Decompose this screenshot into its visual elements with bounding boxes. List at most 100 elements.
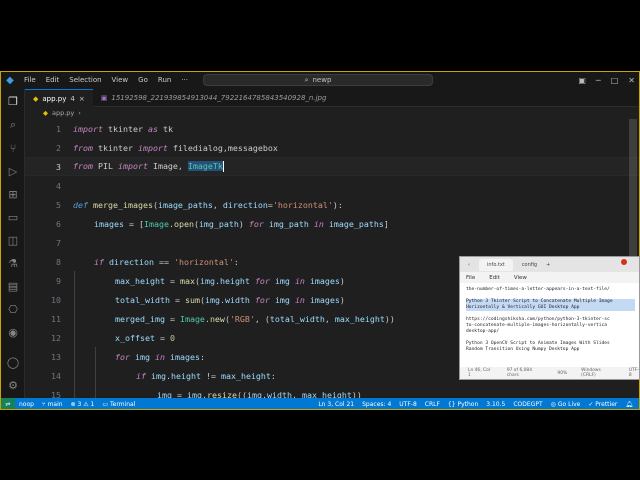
explorer-icon[interactable]: ❐ [4,92,22,110]
notepad-menu-file[interactable]: File [466,275,475,281]
activity-bar: ❐ ⌕ ⑂ ▷ ⊞ ▭ ◫ ⚗ ▤ ⎔ ◉ ◯ ⚙ [1,89,25,398]
code-text: from PIL import Image, ImageTk [73,161,224,172]
code-line-2: 2 from tkinter import filedialog,message… [25,138,639,157]
notepad-window: ‹ info.txt config + File Edit View the-n… [459,256,640,380]
docker-icon[interactable]: ◫ [4,231,22,249]
notepad-menu-edit[interactable]: Edit [489,275,500,281]
close-icon[interactable]: ✕ [628,76,635,85]
code-text: def merge_images(image_paths, direction=… [73,199,343,210]
terminal-icon: ▭ [102,400,108,408]
maximize-icon[interactable]: □ [611,76,619,85]
code-line-1: 1 import tkinter as tk [25,119,639,138]
python-file-icon: ◆ [33,94,39,103]
menu-go[interactable]: Go [133,72,153,89]
line-number: 2 [56,142,61,153]
code-text: for img in images: [115,351,205,362]
python-version[interactable]: 3.10.5 [482,401,509,408]
menu-more[interactable]: ··· [176,72,193,89]
layout-icon[interactable]: ▣ [578,76,586,85]
broadcast-icon: ◎ [550,400,556,408]
code-line-6: 6 images = [Image.open(img_path) for img… [25,214,639,233]
extensions-icon[interactable]: ⊞ [4,185,22,203]
workspace-name[interactable]: noop [15,401,38,408]
notepad-encoding: UTF-8 [628,368,639,378]
menu-edit[interactable]: Edit [41,72,65,89]
problems-status[interactable]: ⊗ 3 ⚠ 1 [67,401,99,408]
notepad-position: Ln 46, Col 1 [468,368,490,378]
search-text: newp [312,76,332,84]
tab-image-file[interactable]: ▣ 15192598_22193985491304​4_792216478584… [93,89,335,107]
image-file-icon: ▣ [100,94,108,102]
run-debug-icon[interactable]: ▷ [4,162,22,180]
line-number: 1 [56,123,61,134]
indentation-status[interactable]: Spaces: 4 [358,401,395,408]
terminal-button[interactable]: ▭ Terminal [98,401,139,408]
testing-icon[interactable]: ⚗ [4,254,22,272]
notepad-line: the-number-of-times-a-letter-appears-in-… [466,287,610,292]
vertical-scrollbar[interactable] [629,119,637,264]
code-text: total_width = sum(img.width for img in i… [115,294,345,305]
account-icon[interactable]: ◯ [4,353,22,371]
editor-tabs: ◆ app.py 4 × ▣ 15192598_22193985491304​4… [25,89,639,107]
code-text: from tkinter import filedialog,messagebo… [73,142,278,153]
json-icon[interactable]: ◉ [4,323,22,341]
menu-view[interactable]: View [107,72,134,89]
cursor-position[interactable]: Ln 3, Col 21 [314,401,358,408]
code-line-15: 15 img = img.resize((img.width, max_heig… [25,385,639,399]
prettier-status[interactable]: ✓ Prettier [584,401,621,408]
code-text: if img.height != max_height: [136,370,276,381]
go-live-button[interactable]: ◎ Go Live [547,401,585,408]
notifications-bell-icon[interactable]: 🔔︎ [621,401,637,408]
encoding-status[interactable]: UTF-8 [395,401,421,408]
line-number: 5 [56,199,61,210]
source-control-icon[interactable]: ⑂ [4,139,22,157]
settings-gear-icon[interactable]: ⚙ [4,376,22,394]
status-bar: ⇌ noop ⑂ main ⊗ 3 ⚠ 1 ▭ Terminal Ln 3, Col… [1,398,639,409]
notepad-back-icon[interactable]: ‹ [468,262,470,268]
notepad-tab-config[interactable]: config [522,262,537,268]
python-file-icon: ◆ [43,109,48,117]
code-text: merged_img = Image.new('RGB', (total_wid… [115,313,395,324]
command-center-search[interactable]: ⌕ newp [203,74,433,86]
line-number: 11 [51,313,61,324]
notepad-zoom: 90% [557,370,568,376]
line-number: 6 [56,218,61,229]
notepad-menu-view[interactable]: View [514,275,527,281]
menu-file[interactable]: File [19,72,41,89]
notepad-new-tab-button[interactable]: + [546,262,550,268]
code-text: img = img.resize((img.width, max_height)… [157,389,362,399]
code-line-4: 4 [25,176,639,195]
live-share-icon[interactable]: ▤ [4,277,22,295]
code-text: images = [Image.open(img_path) for img_p… [94,218,389,229]
remote-explorer-icon[interactable]: ▭ [4,208,22,226]
git-graph-icon[interactable]: ⎔ [4,300,22,318]
language-mode[interactable]: {} Python [444,401,482,408]
branch-icon: ⑂ [41,400,46,408]
search-activity-icon[interactable]: ⌕ [4,116,22,134]
line-number: 9 [56,275,61,286]
notepad-tab-info[interactable]: info.txt [479,258,513,271]
breadcrumb-file[interactable]: app.py [52,109,74,117]
codegpt-status[interactable]: CODEGPT [509,401,546,408]
tab-app-py[interactable]: ◆ app.py 4 × [25,89,93,107]
notepad-text-area[interactable]: the-number-of-times-a-letter-appears-in-… [460,283,639,369]
code-line-7: 7 [25,233,639,252]
menu-selection[interactable]: Selection [64,72,106,89]
problems-count-badge: 4 [70,94,75,103]
line-number: 10 [51,294,61,305]
line-number: 13 [51,351,61,362]
remote-indicator[interactable]: ⇌ [1,398,15,409]
notepad-line: Random Transition Using Numpy Desktop Ap… [466,347,580,352]
minimize-icon[interactable]: ─ [596,76,601,85]
branch-status[interactable]: ⑂ main [38,401,67,408]
tab-close-icon[interactable]: × [79,95,85,103]
menu-run[interactable]: Run [153,72,176,89]
tab-label: app.py [42,94,67,103]
selected-text: ImageTk [187,161,223,171]
notepad-menubar: File Edit View [460,272,639,283]
notepad-eol: Windows (CRLF) [581,368,601,378]
eol-status[interactable]: CRLF [421,401,444,408]
breadcrumb-separator: › [78,109,81,117]
search-icon: ⌕ [304,75,309,84]
title-bar: ◆ File Edit Selection View Go Run ··· ← … [1,72,639,89]
